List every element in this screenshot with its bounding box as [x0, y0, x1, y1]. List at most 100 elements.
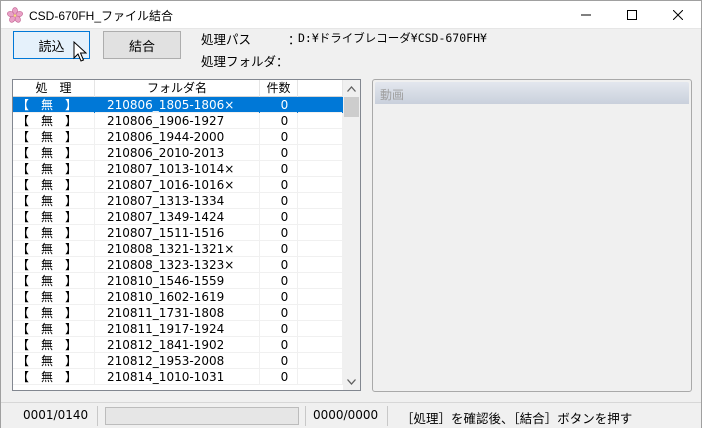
column-header-spare[interactable] [298, 80, 343, 97]
close-button[interactable] [655, 1, 701, 29]
table-row[interactable]: 【 無 】 210807_1349-1424 0 [13, 209, 343, 225]
row-status: 【 無 】 [13, 129, 95, 145]
row-spare [298, 353, 343, 369]
path-label: 処理パス [201, 32, 252, 47]
row-status: 【 無 】 [13, 97, 95, 113]
table-row[interactable]: 【 無 】 210810_1546-1559 0 [13, 273, 343, 289]
table-row[interactable]: 【 無 】 210811_1917-1924 0 [13, 321, 343, 337]
row-folder-name: 210807_1016-1016× [95, 177, 260, 193]
table-row[interactable]: 【 無 】 210810_1602-1619 0 [13, 289, 343, 305]
row-status: 【 無 】 [13, 113, 95, 129]
row-status: 【 無 】 [13, 321, 95, 337]
column-header-count[interactable]: 件数 [260, 80, 298, 97]
row-folder-name: 210812_1953-2008 [95, 353, 260, 369]
row-count: 0 [260, 369, 298, 385]
column-header-folder[interactable]: フォルダ名 [95, 80, 260, 97]
path-value: D:¥ドライブレコーダ¥CSD-670FH¥ [298, 31, 487, 45]
row-folder-name: 210807_1511-1516 [95, 225, 260, 241]
table-row[interactable]: 【 無 】 210808_1321-1321× 0 [13, 241, 343, 257]
row-count: 0 [260, 257, 298, 273]
title-bar[interactable]: CSD-670FH_ファイル結合 [1, 1, 701, 29]
row-count: 0 [260, 353, 298, 369]
table-row[interactable]: 【 無 】 210806_1944-2000 0 [13, 129, 343, 145]
row-folder-name: 210808_1323-1323× [95, 257, 260, 273]
vertical-scrollbar[interactable] [343, 80, 360, 390]
table-row[interactable]: 【 無 】 210808_1323-1323× 0 [13, 257, 343, 273]
row-status: 【 無 】 [13, 289, 95, 305]
row-spare [298, 257, 343, 273]
progress-bar [105, 407, 299, 425]
row-status: 【 無 】 [13, 273, 95, 289]
row-count: 0 [260, 225, 298, 241]
row-spare [298, 369, 343, 385]
row-count: 0 [260, 321, 298, 337]
scroll-up-button[interactable] [343, 80, 360, 97]
row-status: 【 無 】 [13, 225, 95, 241]
row-folder-name: 210807_1013-1014× [95, 161, 260, 177]
row-status: 【 無 】 [13, 337, 95, 353]
chevron-down-icon [347, 378, 356, 385]
row-folder-name: 210810_1602-1619 [95, 289, 260, 305]
window-title: CSD-670FH_ファイル結合 [29, 9, 174, 23]
row-spare [298, 177, 343, 193]
scroll-thumb[interactable] [344, 97, 359, 117]
row-folder-name: 210812_1841-1902 [95, 337, 260, 353]
table-row[interactable]: 【 無 】 210807_1511-1516 0 [13, 225, 343, 241]
row-spare [298, 241, 343, 257]
row-status: 【 無 】 [13, 193, 95, 209]
row-count: 0 [260, 289, 298, 305]
minimize-icon [581, 14, 591, 16]
row-spare [298, 129, 343, 145]
merge-button[interactable]: 結合 [103, 31, 181, 59]
table-row[interactable]: 【 無 】 210812_1841-1902 0 [13, 337, 343, 353]
row-count: 0 [260, 161, 298, 177]
table-row[interactable]: 【 無 】 210814_1010-1031 0 [13, 369, 343, 385]
table-row[interactable]: 【 無 】 210806_2010-2013 0 [13, 145, 343, 161]
video-panel-title: 動画 [380, 88, 405, 102]
table-row[interactable]: 【 無 】 210807_1313-1334 0 [13, 193, 343, 209]
row-spare [298, 337, 343, 353]
list-rows: 【 無 】 210806_1805-1806× 0 【 無 】 210806_1906-… [13, 97, 343, 385]
row-count: 0 [260, 337, 298, 353]
row-spare [298, 145, 343, 161]
table-row[interactable]: 【 無 】 210811_1731-1808 0 [13, 305, 343, 321]
table-row[interactable]: 【 無 】 210806_1906-1927 0 [13, 113, 343, 129]
row-spare [298, 193, 343, 209]
row-status: 【 無 】 [13, 209, 95, 225]
video-panel: 動画 [372, 79, 692, 392]
row-spare [298, 225, 343, 241]
row-folder-name: 210807_1349-1424 [95, 209, 260, 225]
table-row[interactable]: 【 無 】 210812_1953-2008 0 [13, 353, 343, 369]
row-spare [298, 113, 343, 129]
mouse-pointer-icon [73, 41, 87, 62]
column-header-status[interactable]: 処 理 [13, 80, 95, 97]
row-folder-name: 210806_2010-2013 [95, 145, 260, 161]
scroll-down-button[interactable] [343, 373, 360, 390]
table-row[interactable]: 【 無 】 210807_1013-1014× 0 [13, 161, 343, 177]
row-folder-name: 210808_1321-1321× [95, 241, 260, 257]
row-status: 【 無 】 [13, 145, 95, 161]
row-folder-name: 210806_1805-1806× [95, 97, 260, 113]
row-status: 【 無 】 [13, 305, 95, 321]
row-count: 0 [260, 97, 298, 113]
maximize-button[interactable] [609, 1, 655, 29]
row-count: 0 [260, 177, 298, 193]
row-folder-name: 210814_1010-1031 [95, 369, 260, 385]
table-row[interactable]: 【 無 】 210806_1805-1806× 0 [13, 97, 343, 113]
row-status: 【 無 】 [13, 257, 95, 273]
frame-count: 0000/0000 [313, 408, 379, 422]
row-folder-name: 210811_1917-1924 [95, 321, 260, 337]
table-row[interactable]: 【 無 】 210807_1016-1016× 0 [13, 177, 343, 193]
row-spare [298, 209, 343, 225]
row-count: 0 [260, 193, 298, 209]
row-status: 【 無 】 [13, 241, 95, 257]
row-status: 【 無 】 [13, 161, 95, 177]
folder-list[interactable]: 処 理 フォルダ名 件数 【 無 】 210806_1805-1806× 0 【 無 … [12, 79, 361, 391]
row-spare [298, 289, 343, 305]
video-panel-header: 動画 [375, 82, 689, 104]
minimize-button[interactable] [563, 1, 609, 29]
row-spare [298, 321, 343, 337]
status-separator [387, 406, 388, 426]
file-count: 0001/0140 [23, 408, 89, 422]
status-bar: 0001/0140 0000/0000 ［処理］を確認後、［結合］ボタンを押す [1, 402, 701, 428]
